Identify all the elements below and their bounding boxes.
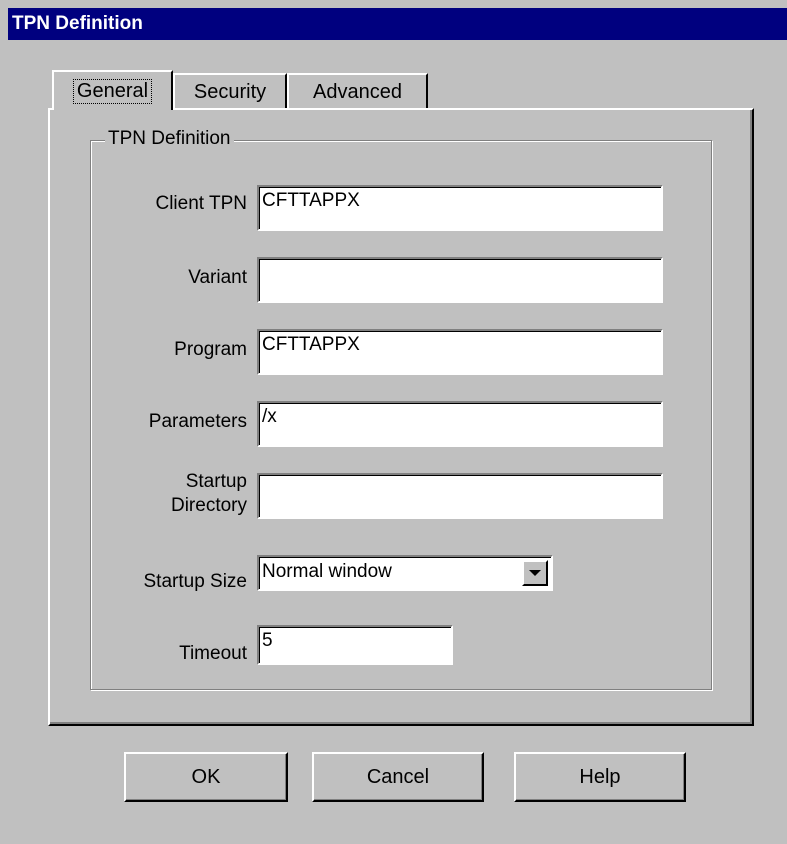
client-tpn-label: Client TPN: [155, 193, 247, 214]
help-button-label: Help: [579, 765, 621, 788]
ok-button-label: OK: [191, 765, 221, 788]
tab-general-label: General: [72, 78, 153, 104]
variant-label: Variant: [188, 267, 247, 288]
tab-advanced[interactable]: Advanced: [287, 73, 428, 109]
tab-panel-general: TPN Definition Client TPN CFTTAPPX Varia…: [48, 108, 754, 726]
title-bar: TPN Definition: [8, 8, 787, 40]
program-field[interactable]: CFTTAPPX: [257, 329, 663, 375]
cancel-button-label: Cancel: [366, 765, 430, 788]
startup-directory-label-line1: Startup: [185, 471, 247, 492]
startup-directory-label-line2: Directory: [170, 495, 247, 516]
tab-general[interactable]: General: [52, 70, 173, 110]
timeout-field[interactable]: 5: [257, 625, 453, 665]
startup-size-select[interactable]: Normal window: [257, 555, 553, 591]
cancel-button[interactable]: Cancel: [312, 752, 484, 802]
ok-button[interactable]: OK: [124, 752, 288, 802]
tab-security-label: Security: [193, 80, 267, 103]
startup-size-value: Normal window: [262, 561, 392, 582]
tab-security[interactable]: Security: [173, 73, 287, 109]
dialog-body: General Security Advanced TPN Definition…: [8, 40, 787, 844]
chevron-down-icon[interactable]: [522, 560, 548, 586]
tab-advanced-label: Advanced: [313, 80, 402, 103]
help-button[interactable]: Help: [514, 752, 686, 802]
parameters-field[interactable]: /x: [257, 401, 663, 447]
startup-size-label: Startup Size: [143, 571, 248, 592]
parameters-label: Parameters: [148, 411, 247, 432]
variant-field[interactable]: [257, 257, 663, 303]
client-tpn-field[interactable]: CFTTAPPX: [257, 185, 663, 231]
group-title: TPN Definition: [105, 128, 234, 150]
tpn-definition-group: TPN Definition Client TPN CFTTAPPX Varia…: [90, 128, 712, 690]
window-title: TPN Definition: [12, 13, 143, 34]
startup-directory-field[interactable]: [257, 473, 663, 519]
timeout-label: Timeout: [179, 643, 247, 664]
program-label: Program: [174, 339, 247, 360]
